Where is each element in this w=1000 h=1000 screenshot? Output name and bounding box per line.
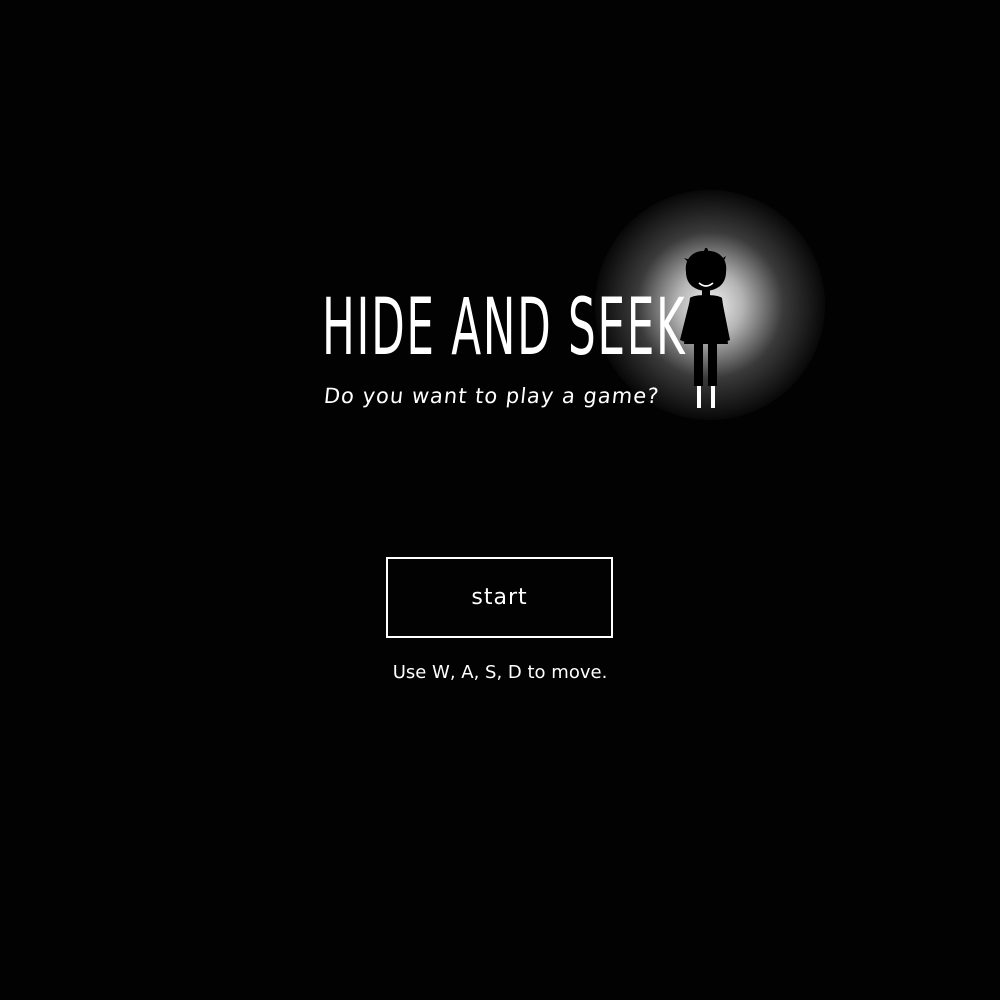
controls-hint: Use W, A, S, D to move. bbox=[392, 662, 608, 683]
game-title: HIDE AND SEEK bbox=[322, 283, 687, 373]
game-subtitle: Do you want to play a game? bbox=[322, 384, 661, 408]
title-screen: HIDE AND SEEK Do you want to play a game… bbox=[0, 0, 1000, 1000]
start-button[interactable]: start bbox=[386, 557, 613, 638]
child-silhouette-icon bbox=[680, 248, 730, 408]
